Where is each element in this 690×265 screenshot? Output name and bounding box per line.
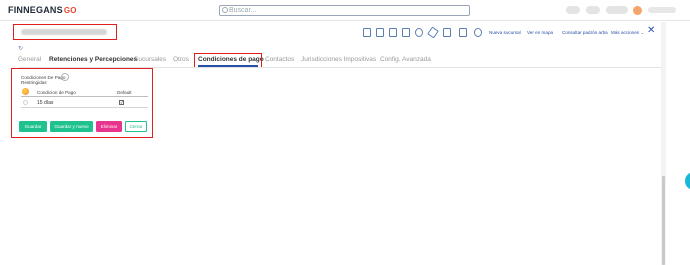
- history-icon[interactable]: [415, 28, 423, 37]
- help-icon[interactable]: [586, 6, 600, 14]
- check-icon: ✓: [120, 100, 124, 105]
- user-name[interactable]: [648, 7, 676, 13]
- avatar[interactable]: [633, 6, 642, 15]
- restricted-conditions-toggle[interactable]: [61, 73, 69, 81]
- column-default[interactable]: Default: [117, 90, 132, 95]
- record-title-text: [21, 29, 107, 35]
- scrollbar-thumb[interactable]: [662, 176, 665, 265]
- delete-button[interactable]: Eliminar: [96, 121, 122, 132]
- condition-cell[interactable]: 15 días: [37, 100, 53, 106]
- tab-general[interactable]: General: [18, 56, 41, 63]
- tab-otros[interactable]: Otros: [173, 56, 189, 63]
- document-icon[interactable]: [459, 28, 467, 37]
- calendar-icon[interactable]: [402, 28, 410, 37]
- arba-lookup-link[interactable]: Consultar padrón arba: [562, 30, 608, 35]
- notifications-icon[interactable]: [566, 6, 580, 14]
- tab-contactos[interactable]: Contactos: [265, 56, 294, 63]
- new-branch-link[interactable]: Nueva sucursal: [489, 30, 521, 35]
- column-condition[interactable]: Condicion de Pago: [37, 90, 76, 95]
- more-actions-label: Más acciones: [611, 30, 640, 35]
- tab-retenciones[interactable]: Retenciones y Percepciones: [49, 56, 137, 63]
- save-and-new-button[interactable]: Guardar y nuevo: [50, 121, 93, 132]
- view-map-link[interactable]: Ver en mapa: [527, 30, 553, 35]
- top-bar: FINNEGANSGO Buscar...: [0, 0, 690, 21]
- row-select-radio[interactable]: [23, 100, 28, 105]
- tab-sucursales[interactable]: Sucursales: [134, 56, 166, 63]
- table-row[interactable]: 15 días ✓: [21, 98, 148, 108]
- default-checkbox[interactable]: ✓: [119, 100, 124, 105]
- attach-icon[interactable]: [427, 26, 439, 39]
- search-input[interactable]: Buscar...: [219, 5, 470, 16]
- save-icon[interactable]: [376, 28, 384, 37]
- close-button[interactable]: Cerrar: [125, 121, 147, 132]
- side-panel-handle[interactable]: [685, 172, 690, 190]
- payment-conditions-panel: Condiciones De Pago Restringidas Condici…: [11, 68, 153, 138]
- grid-menu-icon[interactable]: [22, 88, 29, 95]
- chevron-down-icon: ⌄: [640, 30, 645, 35]
- app-logo[interactable]: FINNEGANSGO: [8, 5, 77, 15]
- company-selector[interactable]: [606, 6, 628, 14]
- restricted-conditions-label: Condiciones De Pago Restringidas: [21, 75, 66, 85]
- print-icon[interactable]: [389, 28, 397, 37]
- brand-suffix: GO: [63, 6, 77, 15]
- brand-name: FINNEGANS: [8, 5, 63, 15]
- comment-icon[interactable]: [474, 28, 482, 37]
- close-icon[interactable]: ✕: [647, 26, 655, 36]
- copy-icon[interactable]: [443, 28, 451, 37]
- search-icon: [222, 7, 228, 13]
- tab-config-avanzada[interactable]: Config. Avanzada: [380, 56, 431, 63]
- more-actions-link[interactable]: Más acciones ⌄: [611, 30, 644, 36]
- tab-jurisdicciones[interactable]: Jurisdicciones Impositivas: [301, 56, 376, 63]
- new-document-icon[interactable]: [363, 28, 371, 37]
- search-placeholder: Buscar...: [229, 7, 257, 14]
- record-title: [13, 24, 117, 40]
- table-header: Condicion de Pago Default: [21, 88, 148, 97]
- save-button[interactable]: Guardar: [19, 121, 47, 132]
- refresh-icon[interactable]: ↻: [18, 45, 23, 52]
